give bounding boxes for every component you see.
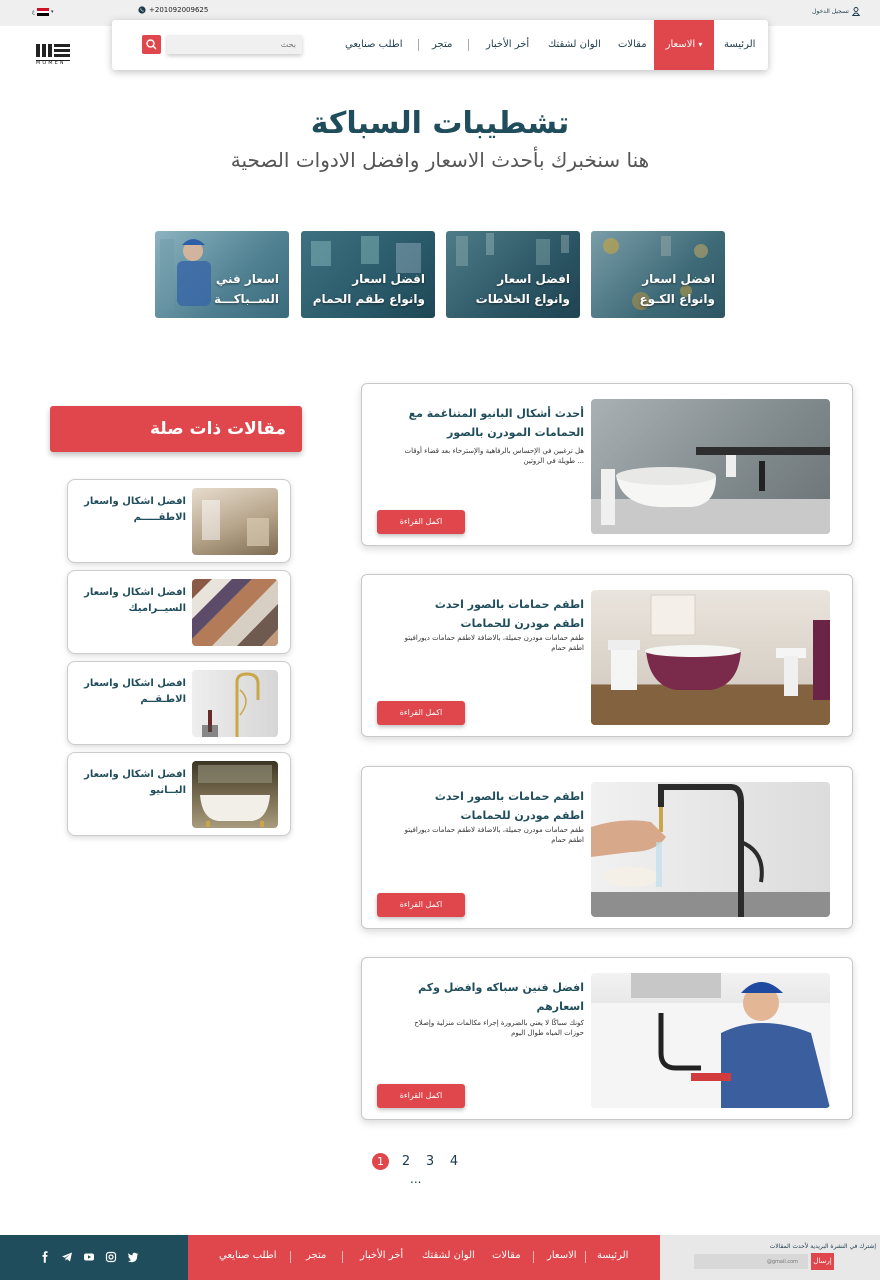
- article-excerpt: طقم حمامات مودرن جميلة، بالاضافة لاطقم ح…: [404, 826, 584, 844]
- logo-text: MOMEN: [36, 60, 66, 66]
- article-image: [591, 782, 830, 917]
- category-card-elbows[interactable]: افضل اسعار وانواع الكـوع: [591, 231, 725, 318]
- article-excerpt: كونك سباكًا لا يعني بالضرورة إجراء مكالم…: [414, 1019, 584, 1037]
- related-articles-heading: مقالات ذات صلة: [50, 406, 302, 452]
- footer-social: [0, 1235, 188, 1280]
- twitter-icon[interactable]: [127, 1251, 139, 1263]
- category-label: اسعار فني الســباكـــة: [214, 272, 279, 306]
- related-article-title: افضل اشكال واسعار السيــراميك: [84, 587, 186, 614]
- article-title[interactable]: اطقم حمامات بالصور احدث اطقم مودرن للحما…: [402, 595, 584, 633]
- article-excerpt: طقم حمامات مودرن جميلة، بالاضافة لاطقم ح…: [404, 634, 584, 652]
- nav-item-articles[interactable]: مقالات: [618, 20, 647, 70]
- newsletter-label: إشترك في النشرة البريدية لأحدث المقالات: [769, 1243, 876, 1250]
- instagram-icon[interactable]: [105, 1251, 117, 1263]
- phone-number: +201092009625: [149, 6, 209, 14]
- category-card-mixers[interactable]: افضل اسعار وانواع الخلاطات: [446, 231, 580, 318]
- login-label: تسجيل الدخول: [812, 8, 849, 15]
- page-subtitle: هنا سنخبرك بأحدث الاسعار وافضل الادوات ا…: [230, 148, 650, 172]
- user-icon: [851, 7, 860, 16]
- footer-link-request-worker[interactable]: اطلب صنايعي: [219, 1250, 277, 1261]
- related-article-thumbnail: [192, 761, 278, 828]
- read-more-button[interactable]: اكمل القراءة: [377, 510, 465, 534]
- article-card: اطقم حمامات بالصور احدث اطقم مودرن للحما…: [361, 766, 853, 929]
- whatsapp-icon: [138, 6, 146, 14]
- footer-divider: [290, 1251, 291, 1263]
- related-article-card[interactable]: افضل اشكال واسعار السيــراميك: [67, 570, 291, 654]
- footer-divider: [342, 1251, 343, 1263]
- language-switcher[interactable]: ع ▾: [32, 8, 54, 17]
- nav-item-colors[interactable]: الوان لشقتك: [548, 20, 601, 70]
- facebook-icon[interactable]: [39, 1251, 51, 1263]
- nav-item-prices[interactable]: الاسعار ▾: [654, 20, 714, 70]
- article-image: [591, 973, 830, 1108]
- page-3-button[interactable]: 3: [421, 1152, 439, 1172]
- related-article-thumbnail: [192, 488, 278, 555]
- related-article-title: افضل اشكال واسعار الاطقـــــم: [84, 496, 186, 523]
- page-4-button[interactable]: 4: [445, 1152, 463, 1172]
- category-card-bath-sets[interactable]: افضل اسعار وانواع طقم الحمام: [301, 231, 435, 318]
- login-link[interactable]: تسجيل الدخول: [812, 7, 860, 16]
- article-title[interactable]: اطقم حمامات بالصور احدث اطقم مودرن للحما…: [402, 787, 584, 825]
- footer-link-store[interactable]: متجر: [306, 1250, 326, 1261]
- site-logo[interactable]: MOMEN: [34, 42, 74, 66]
- page-2-button[interactable]: 2: [397, 1152, 415, 1172]
- related-article-thumbnail: [192, 579, 278, 646]
- newsletter-email-input[interactable]: [694, 1254, 808, 1269]
- article-image: [591, 590, 830, 725]
- article-card: افضل فنين سباكه وافضل وكم اسعارهم كونك س…: [361, 957, 853, 1120]
- page-title: تشطيبات السباكة: [310, 106, 570, 141]
- phone-contact[interactable]: +201092009625: [138, 6, 208, 14]
- footer-newsletter: إشترك في النشرة البريدية لأحدث المقالات …: [660, 1235, 880, 1280]
- article-card: اطقم حمامات بالصور احدث اطقم مودرن للحما…: [361, 574, 853, 737]
- footer-link-prices[interactable]: الاسعار: [547, 1250, 577, 1261]
- chevron-down-icon: ▾: [50, 9, 54, 15]
- article-image: [591, 399, 830, 534]
- page-1-button[interactable]: 1: [372, 1153, 389, 1170]
- footer-link-colors[interactable]: الوان لشقتك: [422, 1250, 475, 1261]
- read-more-button[interactable]: اكمل القراءة: [377, 1084, 465, 1108]
- footer-divider: [585, 1251, 586, 1263]
- article-excerpt: هل ترغبين في الإحساس بالرفاهية والإسترخا…: [404, 447, 584, 465]
- related-article-card[interactable]: افضل اشكال واسعار البــانيو: [67, 752, 291, 836]
- nav-item-request-worker[interactable]: اطلب صنايعي: [345, 20, 403, 70]
- nav-item-latest-news[interactable]: أخر الأخبار: [486, 20, 529, 70]
- related-article-title: افضل اشكال واسعار الاطـقــم: [84, 678, 186, 705]
- footer-link-latest-news[interactable]: أخر الأخبار: [360, 1250, 403, 1261]
- category-label: افضل اسعار وانواع الكـوع: [639, 272, 715, 306]
- footer-link-articles[interactable]: مقالات: [492, 1250, 521, 1261]
- article-card: أحدث أشكال البانيو المتناغمة مع الحمامات…: [361, 383, 853, 546]
- footer-link-home[interactable]: الرئيسة: [597, 1250, 628, 1261]
- related-article-thumbnail: [192, 670, 278, 737]
- nav-item-store[interactable]: متجر: [432, 20, 452, 70]
- main-navbar: اطلب صنايعي متجر أخر الأخبار الوان لشقتك…: [112, 20, 768, 70]
- nav-prices-label: الاسعار: [665, 39, 696, 50]
- category-label: افضل اسعار وانواع الخلاطات: [475, 272, 570, 306]
- nav-item-home[interactable]: الرئيسة: [724, 20, 755, 70]
- language-label: ع: [32, 9, 35, 15]
- pagination-more[interactable]: ...: [410, 1172, 421, 1186]
- read-more-button[interactable]: اكمل القراءة: [377, 701, 465, 725]
- article-title[interactable]: افضل فنين سباكه وافضل وكم اسعارهم: [402, 978, 584, 1016]
- article-title[interactable]: أحدث أشكال البانيو المتناغمة مع الحمامات…: [402, 404, 584, 442]
- read-more-button[interactable]: اكمل القراءة: [377, 893, 465, 917]
- related-article-title: افضل اشكال واسعار البــانيو: [84, 769, 186, 796]
- youtube-icon[interactable]: [83, 1251, 95, 1263]
- search-input[interactable]: [167, 35, 302, 54]
- search-icon: [146, 39, 157, 50]
- newsletter-send-button[interactable]: إرسال: [811, 1253, 834, 1270]
- footer-divider: [533, 1251, 534, 1263]
- telegram-icon[interactable]: [61, 1251, 73, 1263]
- category-label: افضل اسعار وانواع طقم الحمام: [312, 272, 425, 306]
- category-card-plumber-prices[interactable]: اسعار فني الســباكـــة: [155, 231, 289, 318]
- footer-nav: اطلب صنايعي متجر أخر الأخبار الوان لشقتك…: [188, 1235, 660, 1280]
- caret-down-icon: ▾: [698, 40, 703, 49]
- related-article-card[interactable]: افضل اشكال واسعار الاطقـــــم: [67, 479, 291, 563]
- related-article-card[interactable]: افضل اشكال واسعار الاطـقــم: [67, 661, 291, 745]
- nav-divider: [468, 39, 469, 51]
- nav-divider: [418, 39, 419, 51]
- egypt-flag-icon: [36, 8, 49, 17]
- search-button[interactable]: [142, 35, 161, 54]
